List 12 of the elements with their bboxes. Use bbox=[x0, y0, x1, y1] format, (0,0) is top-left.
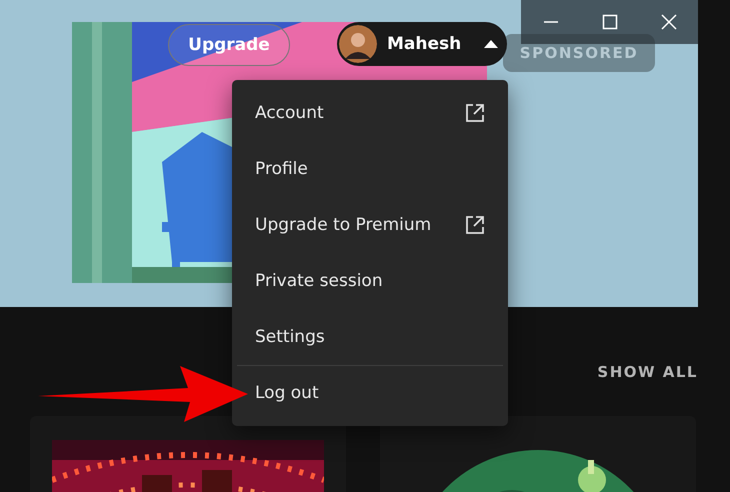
user-menu-button[interactable]: Mahesh bbox=[337, 22, 507, 66]
album-card[interactable] bbox=[380, 416, 696, 492]
album-card[interactable] bbox=[30, 416, 346, 492]
avatar-icon bbox=[339, 25, 377, 63]
menu-item[interactable]: Private session bbox=[237, 253, 503, 309]
menu-item[interactable]: Account bbox=[237, 85, 503, 141]
menu-item[interactable]: Settings bbox=[237, 309, 503, 365]
menu-item[interactable]: Profile bbox=[237, 141, 503, 197]
menu-item[interactable]: Upgrade to Premium bbox=[237, 197, 503, 253]
maximize-icon[interactable] bbox=[602, 14, 618, 30]
show-all-link[interactable]: SHOW ALL bbox=[597, 362, 698, 380]
close-icon[interactable] bbox=[660, 14, 676, 30]
